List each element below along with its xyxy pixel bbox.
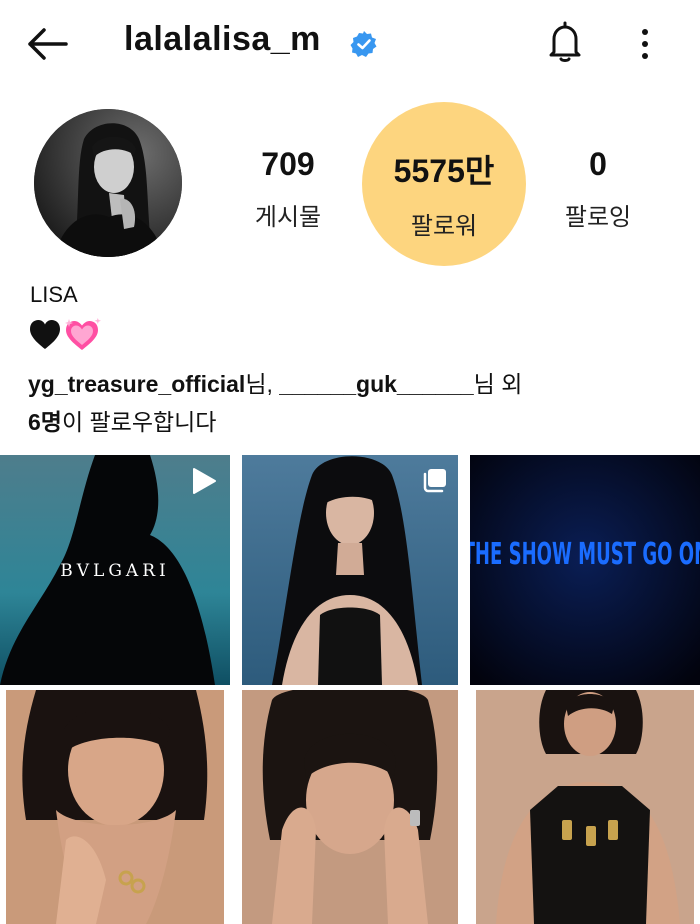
grid-post-3[interactable]: THE SHOW MUST GO ON <box>470 455 700 685</box>
following-count: 0 <box>589 146 607 182</box>
followed-by-sep2: 님 외 <box>473 371 523 397</box>
profile-username: lalalalisa_m <box>124 20 321 58</box>
bio-emoji-row <box>28 318 104 352</box>
posts-label: 게시물 <box>254 204 322 231</box>
followers-label: 팔로워 <box>410 213 478 240</box>
grid-post-2[interactable] <box>242 455 458 685</box>
back-arrow-icon[interactable] <box>22 22 72 66</box>
followers-count: 5575만 <box>393 153 495 189</box>
following-label: 팔로잉 <box>564 204 632 231</box>
show-must-go-on-text: THE SHOW MUST GO ON <box>470 536 700 571</box>
followed-by-user2[interactable]: ______guk______ <box>279 371 473 397</box>
black-heart-icon <box>30 320 60 349</box>
grid-post-1[interactable]: BVLGARI <box>0 455 230 685</box>
following-stat[interactable]: 0 팔로잉 <box>513 146 683 232</box>
bio-name: LISA <box>30 282 78 307</box>
followed-by-user1[interactable]: yg_treasure_official <box>28 371 245 397</box>
grid-post-5[interactable] <box>242 690 458 924</box>
followed-by-sep1: 님, <box>245 371 280 397</box>
play-icon <box>193 468 216 494</box>
followed-by-suffix: 이 팔로우합니다 <box>61 409 217 435</box>
grid-post-6[interactable] <box>476 690 694 924</box>
profile-avatar[interactable] <box>34 109 182 257</box>
bvlgari-logo-text: BVLGARI <box>60 561 169 581</box>
followed-by-line1[interactable]: yg_treasure_official님, ______guk______님 … <box>28 365 522 399</box>
multi-image-icon <box>423 469 446 493</box>
more-options-icon[interactable] <box>632 24 658 64</box>
posts-count: 709 <box>261 146 315 182</box>
posts-stat[interactable]: 709 게시물 <box>203 146 373 232</box>
notification-bell-icon[interactable] <box>545 20 585 64</box>
followed-by-count: 6명 <box>28 409 62 435</box>
grid-post-4[interactable] <box>6 690 224 924</box>
followers-stat[interactable]: 5575만 팔로워 <box>359 146 529 241</box>
verified-badge-icon <box>350 30 378 58</box>
followed-by-line2[interactable]: 6명이 팔로우합니다 <box>28 403 216 437</box>
